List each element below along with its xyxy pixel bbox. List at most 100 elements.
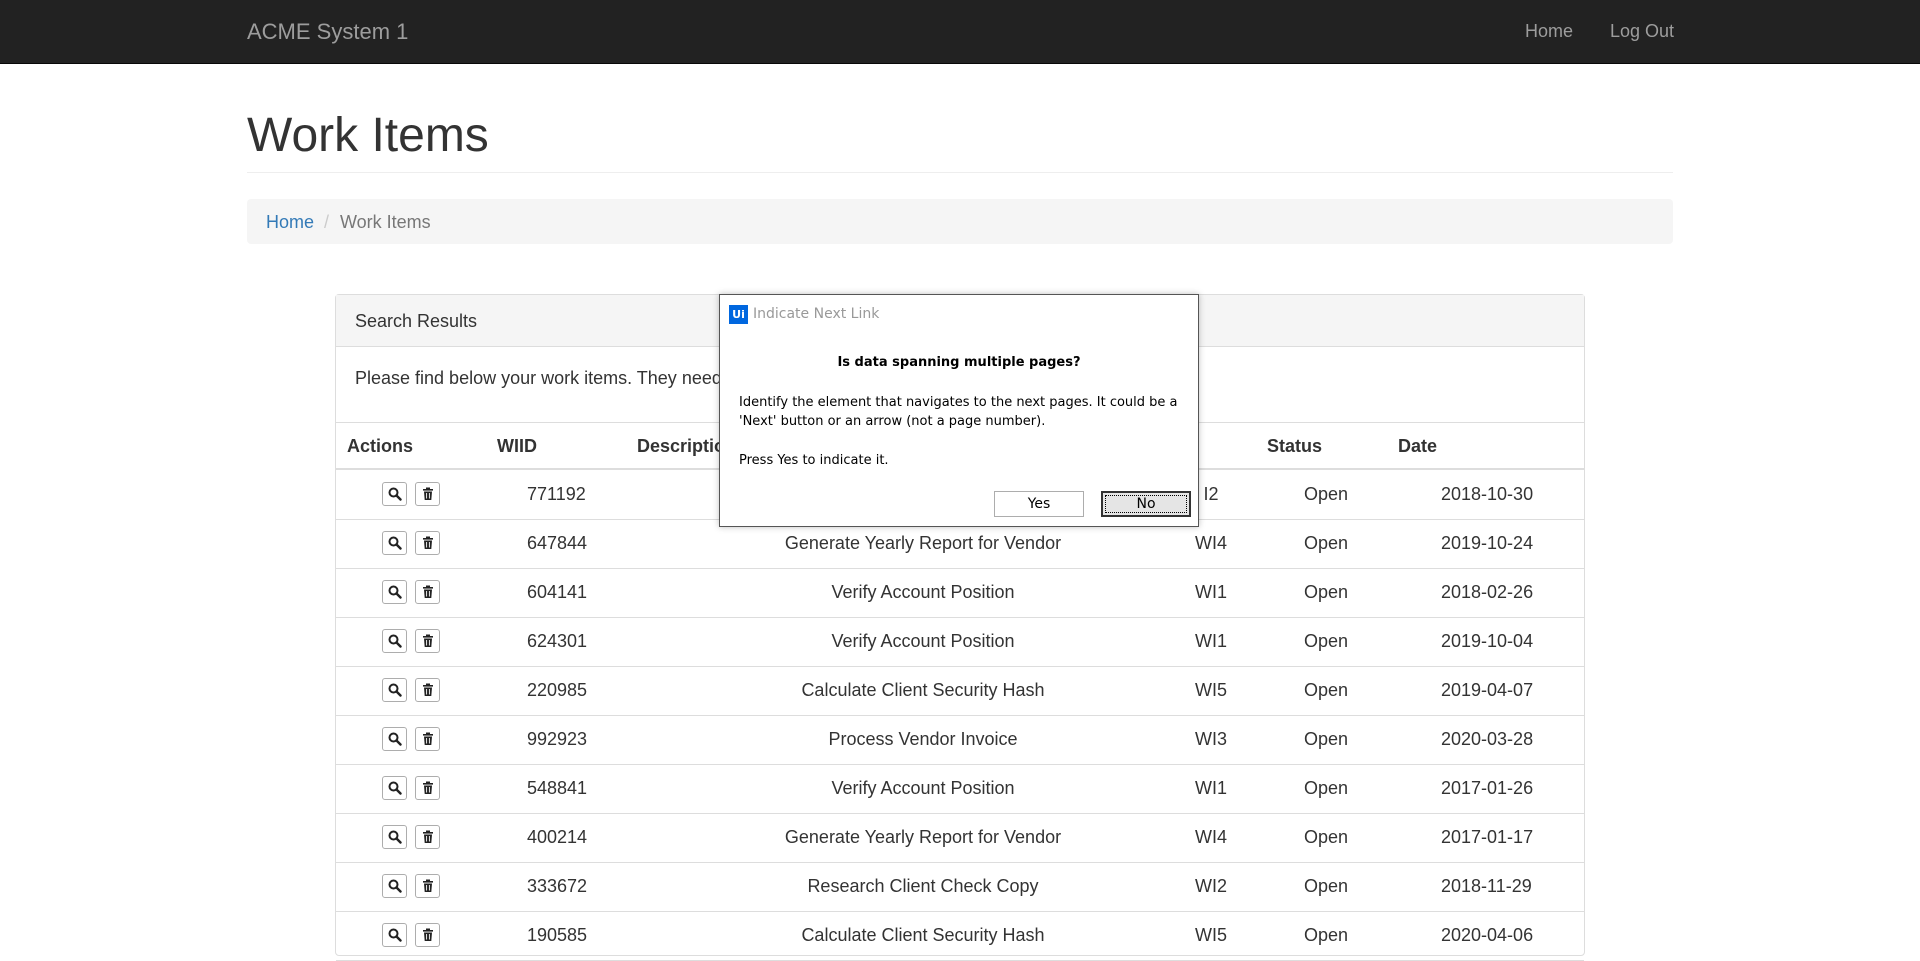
brand-link[interactable]: ACME System 1	[247, 19, 408, 45]
view-button[interactable]	[382, 678, 407, 702]
indicate-next-link-dialog: Ui Indicate Next Link Is data spanning m…	[719, 294, 1199, 527]
cell-status: Open	[1303, 631, 1349, 651]
cell-wiid: 647844	[527, 533, 588, 553]
cell-type: WI5	[1194, 680, 1227, 700]
delete-button[interactable]	[415, 678, 440, 702]
cell-type: WI5	[1194, 925, 1227, 945]
delete-button[interactable]	[415, 629, 440, 653]
view-button[interactable]	[382, 825, 407, 849]
table-row: 624301 Verify Account Position WI1 Open …	[336, 617, 1584, 667]
trash-icon	[423, 634, 433, 647]
magnifier-icon	[388, 634, 402, 648]
panel-intro-text: Please find below your work items. They …	[355, 368, 732, 388]
table-row: 400214 Generate Yearly Report for Vendor…	[336, 813, 1584, 863]
cell-date: 2018-10-30	[1441, 484, 1534, 504]
view-button[interactable]	[382, 531, 407, 555]
table-row: 333672 Research Client Check Copy WI2 Op…	[336, 862, 1584, 912]
cell-description: Generate Yearly Report for Vendor	[784, 827, 1062, 847]
cell-wiid: 400214	[527, 827, 588, 847]
nav-logout-link[interactable]: Log Out	[1610, 20, 1674, 42]
cell-status: Open	[1303, 680, 1349, 700]
cell-wiid: 548841	[527, 778, 588, 798]
view-button[interactable]	[382, 482, 407, 506]
trash-icon	[423, 487, 433, 500]
cell-wiid: 992923	[527, 729, 588, 749]
cell-type: WI1	[1194, 582, 1227, 602]
delete-button[interactable]	[415, 482, 440, 506]
cell-status: Open	[1303, 827, 1349, 847]
cell-description: Verify Account Position	[831, 582, 1015, 602]
cell-wiid: 220985	[527, 680, 588, 700]
cell-date: 2020-03-28	[1441, 729, 1534, 749]
cell-type: WI2	[1194, 876, 1227, 896]
column-header-date[interactable]: Date	[1398, 435, 1437, 457]
magnifier-icon	[388, 781, 402, 795]
cell-description: Research Client Check Copy	[807, 876, 1039, 896]
magnifier-icon	[388, 928, 402, 942]
uipath-logo-icon: Ui	[729, 305, 748, 324]
view-button[interactable]	[382, 727, 407, 751]
cell-type: WI1	[1194, 778, 1227, 798]
panel-title: Search Results	[355, 311, 478, 331]
breadcrumb: Home / Work Items	[247, 199, 1673, 244]
cell-status: Open	[1303, 484, 1349, 504]
dialog-body-text: Identify the element that navigates to t…	[739, 395, 1178, 429]
cell-date: 2019-10-24	[1441, 533, 1534, 553]
cell-wiid: 190585	[527, 925, 588, 945]
cell-wiid: 771192	[527, 484, 586, 504]
delete-button[interactable]	[415, 923, 440, 947]
cell-wiid: 604141	[527, 582, 588, 602]
table-row: 190585 Calculate Client Security Hash WI…	[336, 911, 1584, 961]
view-button[interactable]	[382, 776, 407, 800]
breadcrumb-home-link[interactable]: Home	[266, 211, 314, 233]
no-button[interactable]: No	[1101, 491, 1191, 517]
view-button[interactable]	[382, 580, 407, 604]
cell-type: WI4	[1194, 827, 1227, 847]
magnifier-icon	[388, 683, 402, 697]
trash-icon	[423, 585, 433, 598]
view-button[interactable]	[382, 923, 407, 947]
view-button[interactable]	[382, 629, 407, 653]
delete-button[interactable]	[415, 727, 440, 751]
cell-status: Open	[1303, 533, 1349, 553]
trash-icon	[423, 830, 433, 843]
delete-button[interactable]	[415, 776, 440, 800]
delete-button[interactable]	[415, 825, 440, 849]
column-header-wiid[interactable]: WIID	[497, 435, 537, 457]
table-row: 220985 Calculate Client Security Hash WI…	[336, 666, 1584, 716]
cell-date: 2017-01-26	[1441, 778, 1534, 798]
column-header-actions: Actions	[347, 436, 414, 456]
yes-button[interactable]: Yes	[994, 491, 1084, 517]
trash-icon	[423, 928, 433, 941]
magnifier-icon	[388, 487, 402, 501]
dialog-question: Is data spanning multiple pages?	[837, 355, 1081, 370]
page-title: Work Items	[247, 109, 489, 162]
cell-description: Verify Account Position	[831, 631, 1015, 651]
column-header-status[interactable]: Status	[1267, 435, 1322, 457]
cell-status: Open	[1303, 778, 1349, 798]
magnifier-icon	[388, 879, 402, 893]
cell-description: Calculate Client Security Hash	[801, 680, 1045, 700]
nav-home-link[interactable]: Home	[1525, 20, 1573, 42]
view-button[interactable]	[382, 874, 407, 898]
magnifier-icon	[388, 585, 402, 599]
trash-icon	[423, 536, 433, 549]
cell-date: 2018-11-29	[1441, 876, 1532, 896]
magnifier-icon	[388, 536, 402, 550]
cell-status: Open	[1303, 876, 1349, 896]
cell-description: Process Vendor Invoice	[828, 729, 1018, 749]
dialog-instruction-text: Press Yes to indicate it.	[739, 453, 889, 468]
delete-button[interactable]	[415, 580, 440, 604]
table-row: 604141 Verify Account Position WI1 Open …	[336, 568, 1584, 618]
table-row: 548841 Verify Account Position WI1 Open …	[336, 764, 1584, 814]
cell-status: Open	[1303, 582, 1349, 602]
trash-icon	[423, 683, 433, 696]
cell-description: Verify Account Position	[831, 778, 1015, 798]
column-header-description[interactable]: Descriptio	[637, 435, 725, 457]
cell-type: WI4	[1194, 533, 1227, 553]
delete-button[interactable]	[415, 874, 440, 898]
delete-button[interactable]	[415, 531, 440, 555]
magnifier-icon	[388, 732, 402, 746]
cell-description: Calculate Client Security Hash	[801, 925, 1045, 945]
cell-date: 2020-04-06	[1441, 925, 1534, 945]
